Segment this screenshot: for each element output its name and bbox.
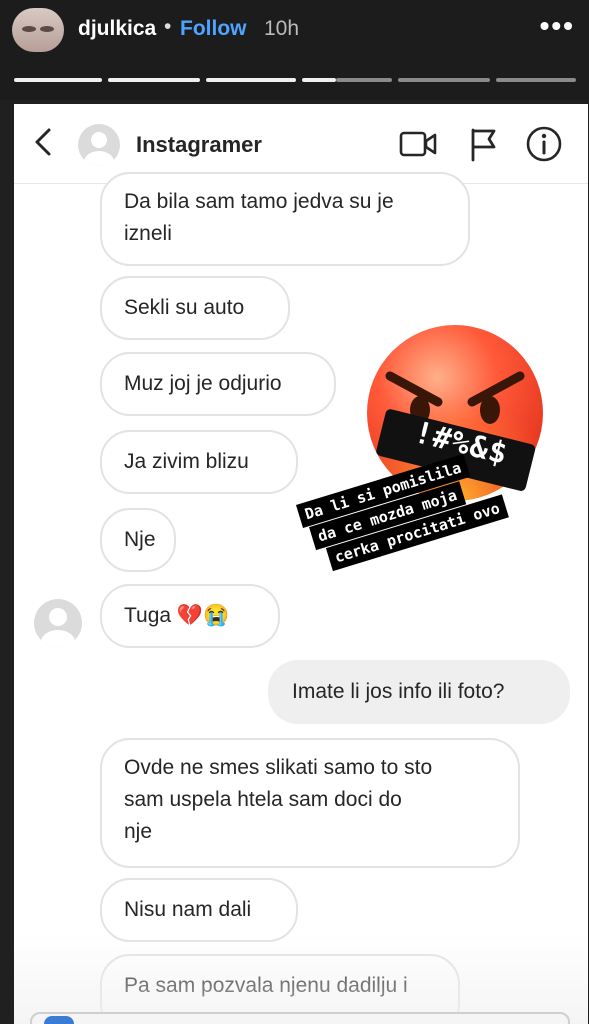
- flag-icon[interactable]: [464, 124, 504, 164]
- message-bubble: Nisu nam dali: [100, 878, 298, 942]
- message-bubble: Nje: [100, 508, 176, 572]
- dm-screenshot: Instagramer Da bila sam tamo jedva su je…: [14, 104, 588, 1024]
- avatar-eye: [22, 26, 36, 32]
- my-message-bubble: Imate li jos info ili foto?: [268, 660, 570, 724]
- story-timestamp: 10h: [264, 17, 300, 40]
- more-options-icon[interactable]: •••: [540, 10, 575, 42]
- default-avatar-icon: [41, 608, 75, 647]
- story-avatar[interactable]: [12, 8, 64, 52]
- story-progress-segment: [398, 78, 490, 82]
- message-bubble: Ovde ne smes slikati samo to sto sam usp…: [100, 738, 520, 868]
- avatar-eye: [40, 26, 54, 32]
- message-bubble: Muz joj je odjurio: [100, 352, 336, 416]
- story-progress-segment-remaining: [336, 78, 392, 82]
- message-bubble: Tuga 💔😭: [100, 584, 280, 648]
- contact-name[interactable]: Instagramer: [136, 132, 262, 158]
- message-bubble: Sekli su auto: [100, 276, 290, 340]
- story-header: djulkica • Follow 10h •••: [0, 0, 589, 100]
- follow-button[interactable]: Follow: [180, 17, 247, 41]
- story-progress-segment: [206, 78, 296, 82]
- default-avatar-icon: [84, 132, 114, 166]
- story-progress-segment-current: [302, 78, 336, 82]
- message-bubble: Da bila sam tamo jedva su je izneli: [100, 172, 470, 266]
- reply-bar[interactable]: [30, 1012, 570, 1024]
- story-progress-segment: [14, 78, 102, 82]
- story-progress-segment: [108, 78, 200, 82]
- video-camera-icon[interactable]: [398, 124, 438, 164]
- contact-avatar[interactable]: [78, 124, 120, 166]
- story-viewer: djulkica • Follow 10h ••• Instagramer Da…: [0, 0, 589, 1024]
- separator-dot: •: [164, 15, 172, 38]
- message-bubble: Ja zivim blizu: [100, 430, 298, 494]
- story-username[interactable]: djulkica: [78, 17, 156, 41]
- info-icon[interactable]: [524, 124, 564, 164]
- camera-button[interactable]: [44, 1016, 74, 1024]
- story-progress-segment: [496, 78, 576, 82]
- sender-avatar: [34, 599, 82, 647]
- back-chevron-icon[interactable]: [32, 126, 56, 158]
